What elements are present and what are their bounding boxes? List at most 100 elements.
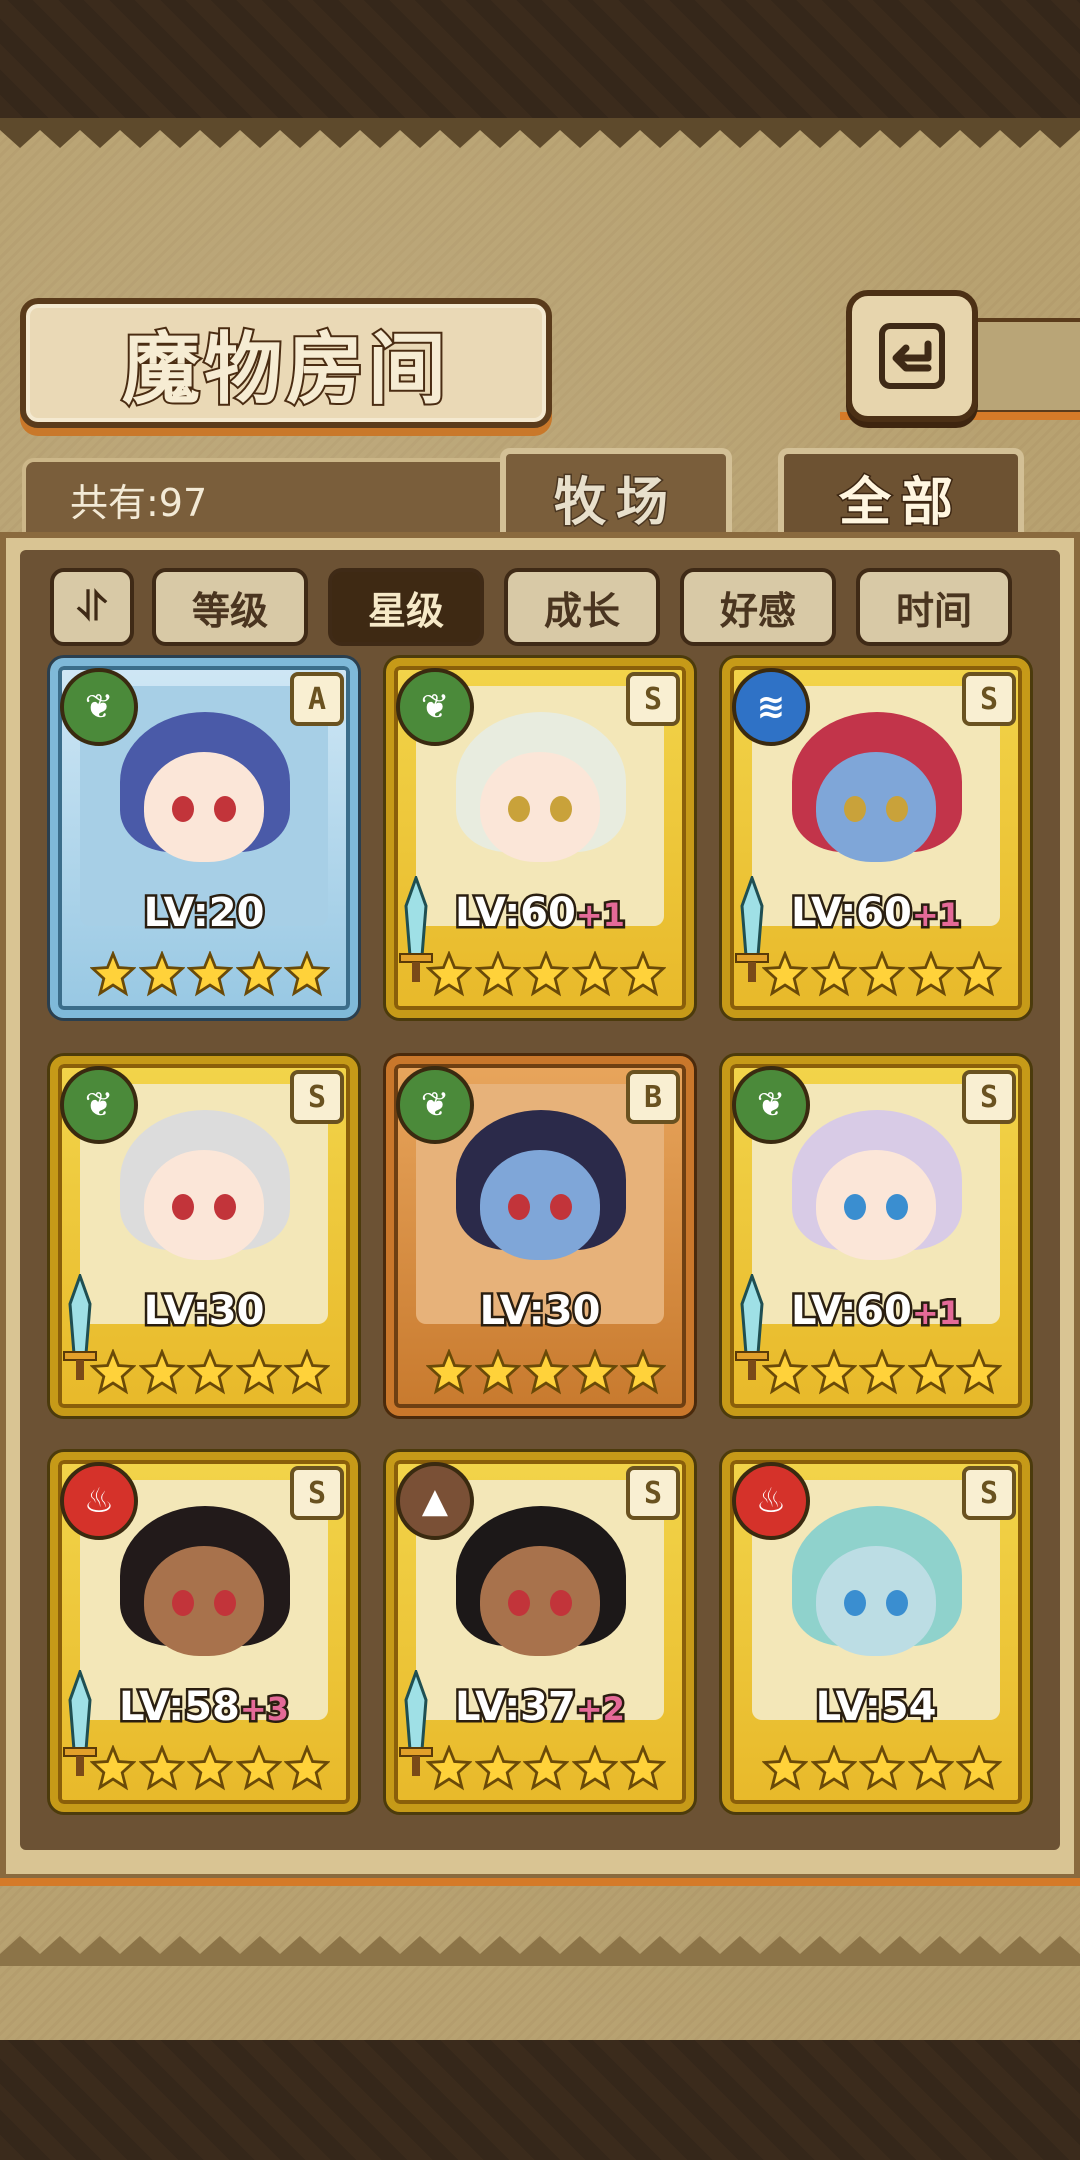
- bottom-border: [0, 2040, 1080, 2160]
- monster-card[interactable]: ❦ A LV:20: [50, 658, 358, 1018]
- star-icon: [187, 1349, 233, 1395]
- star-icon: [235, 1745, 282, 1791]
- rank-badge: S: [962, 1070, 1016, 1124]
- star-icon: [859, 1349, 905, 1395]
- star-rating: [762, 948, 1002, 1000]
- top-border: [0, 0, 1080, 120]
- star-rating: [90, 1742, 330, 1794]
- star-icon: [620, 951, 666, 997]
- rank-badge: B: [626, 1070, 680, 1124]
- plant-element-icon: ❦: [396, 668, 474, 746]
- monster-eye: [172, 1194, 194, 1220]
- level-text: LV:60: [789, 1286, 915, 1337]
- monster-card[interactable]: ▲ S LV:37+2: [386, 1452, 694, 1812]
- rank-badge: S: [626, 672, 680, 726]
- plant-element-icon: ❦: [396, 1066, 474, 1144]
- fire-element-icon: ♨: [732, 1462, 810, 1540]
- return-icon: [879, 323, 945, 389]
- star-icon: [859, 951, 905, 997]
- star-icon: [235, 951, 282, 997]
- monster-card[interactable]: ❦ S LV:60+1: [386, 658, 694, 1018]
- sort-level-button[interactable]: 等级: [152, 568, 308, 646]
- star-icon: [907, 951, 954, 997]
- level-text: LV:30: [477, 1286, 603, 1337]
- monster-card[interactable]: ❦ B LV:30: [386, 1056, 694, 1416]
- monster-card[interactable]: ♨ S LV:58+3: [50, 1452, 358, 1812]
- sort-order-toggle[interactable]: ⥯: [50, 568, 134, 646]
- star-icon: [810, 1745, 857, 1791]
- monster-face: [816, 1150, 936, 1260]
- sort-time-button[interactable]: 时间: [856, 568, 1012, 646]
- star-rating: [90, 1346, 330, 1398]
- page-title: 魔物房间: [120, 322, 450, 417]
- star-icon: [571, 1349, 618, 1395]
- star-icon: [138, 1745, 185, 1791]
- level-bonus: +1: [909, 1292, 963, 1335]
- monster-card[interactable]: ❦ S LV:60+1: [722, 1056, 1030, 1416]
- plant-element-icon: ❦: [732, 1066, 810, 1144]
- monster-level: LV:54: [730, 1682, 1022, 1733]
- star-icon: [426, 1349, 472, 1395]
- monster-eye: [844, 796, 866, 822]
- level-bonus: +2: [573, 1688, 627, 1731]
- star-icon: [762, 1745, 808, 1791]
- rank-badge: S: [626, 1466, 680, 1520]
- rank-badge: A: [290, 672, 344, 726]
- sort-affection-button[interactable]: 好感: [680, 568, 836, 646]
- torn-edge-top: [0, 118, 1080, 154]
- monster-eye: [886, 1194, 908, 1220]
- star-icon: [474, 1349, 521, 1395]
- sort-growth-button[interactable]: 成长: [504, 568, 660, 646]
- star-icon: [907, 1745, 954, 1791]
- monster-level: LV:37+2: [394, 1682, 686, 1733]
- level-text: LV:37: [453, 1682, 579, 1733]
- star-icon: [571, 1745, 618, 1791]
- star-icon: [138, 951, 185, 997]
- tab-ranch[interactable]: 牧场: [500, 448, 732, 540]
- monster-eye: [214, 1194, 236, 1220]
- monster-face: [144, 1546, 264, 1656]
- level-text: LV:58: [117, 1682, 243, 1733]
- tab-all[interactable]: 全部: [778, 448, 1024, 540]
- monster-card[interactable]: ≋ S LV:60+1: [722, 658, 1030, 1018]
- monster-eye: [550, 1590, 572, 1616]
- monster-eye: [886, 796, 908, 822]
- monster-eye: [172, 796, 194, 822]
- star-rating: [762, 1346, 1002, 1398]
- level-bonus: +1: [909, 894, 963, 937]
- star-icon: [523, 951, 569, 997]
- monster-level: LV:30: [58, 1286, 350, 1337]
- level-text: LV:60: [453, 888, 579, 939]
- rank-badge: S: [290, 1466, 344, 1520]
- plant-element-icon: ❦: [60, 1066, 138, 1144]
- star-icon: [571, 951, 618, 997]
- monster-face: [816, 1546, 936, 1656]
- monster-card[interactable]: ❦ S LV:30: [50, 1056, 358, 1416]
- star-icon: [90, 951, 136, 997]
- star-icon: [187, 951, 233, 997]
- star-icon: [474, 951, 521, 997]
- monster-eye: [172, 1590, 194, 1616]
- star-icon: [284, 951, 330, 997]
- monster-eye: [508, 1194, 530, 1220]
- earth-element-icon: ▲: [396, 1462, 474, 1540]
- level-text: LV:30: [141, 1286, 267, 1337]
- rank-badge: S: [962, 1466, 1016, 1520]
- level-bonus: +1: [573, 894, 627, 937]
- star-icon: [810, 1349, 857, 1395]
- star-icon: [426, 1745, 472, 1791]
- star-rating: [90, 948, 330, 1000]
- monster-eye: [844, 1194, 866, 1220]
- monster-face: [480, 1150, 600, 1260]
- star-icon: [474, 1745, 521, 1791]
- level-text: LV:54: [813, 1682, 939, 1733]
- monster-count: 共有:97: [70, 481, 208, 525]
- star-icon: [90, 1349, 136, 1395]
- star-icon: [138, 1349, 185, 1395]
- sort-star-button[interactable]: 星级: [328, 568, 484, 646]
- monster-eye: [508, 1590, 530, 1616]
- back-button[interactable]: [846, 290, 978, 422]
- star-icon: [284, 1745, 330, 1791]
- star-icon: [235, 1349, 282, 1395]
- monster-card[interactable]: ♨ S LV:54: [722, 1452, 1030, 1812]
